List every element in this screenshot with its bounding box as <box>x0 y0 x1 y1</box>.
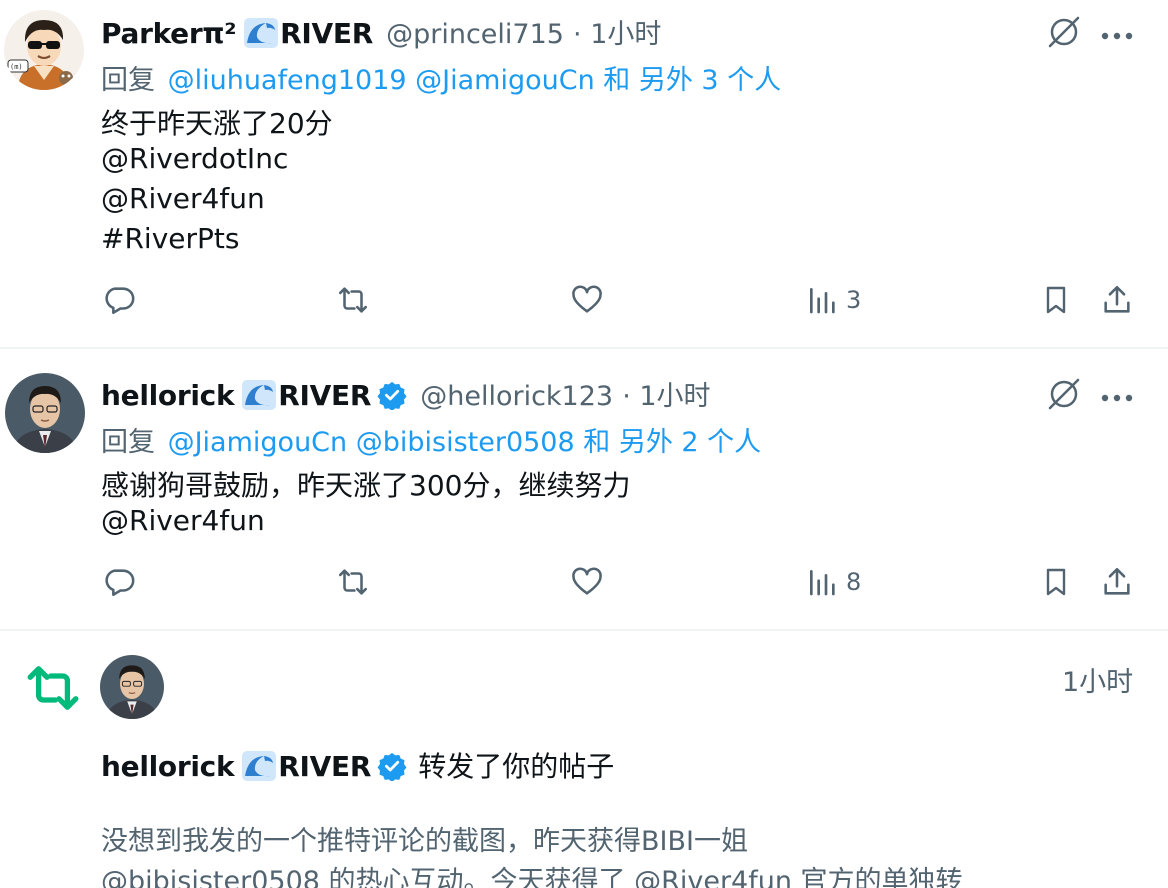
repost-icon <box>335 283 371 317</box>
wave-icon <box>244 18 279 52</box>
like-button[interactable] <box>569 283 605 317</box>
views-icon <box>806 565 838 599</box>
timestamp[interactable]: 1小时 <box>1062 660 1133 699</box>
share-button[interactable] <box>1100 565 1134 599</box>
tweet-card[interactable]: (m) Parkerπ² RIVER @princeli715 · 1小时 回复… <box>0 0 1168 349</box>
verified-badge-icon[interactable] <box>377 751 407 785</box>
avatar[interactable] <box>5 373 85 453</box>
reply-to-link[interactable]: @JiamigouCn @bibisister0508 和 另外 2 个人 <box>168 427 762 458</box>
repost-notification[interactable]: 1小时 hellorick RIVER 转发了你的帖子 没想到我发的一个推特评论… <box>0 631 1168 888</box>
bookmark-button[interactable] <box>1040 565 1072 599</box>
timestamp[interactable]: · 1小时 <box>573 19 661 50</box>
post-preview-line: 没想到我发的一个推特评论的截图，昨天获得BIBI一姐 <box>101 826 748 857</box>
brand-name: RIVER <box>278 750 372 783</box>
share-icon <box>1100 283 1134 317</box>
repost-icon <box>335 565 371 599</box>
reply-prefix: 回复 <box>101 65 155 96</box>
avatar[interactable] <box>100 655 164 719</box>
share-icon <box>1100 565 1134 599</box>
reply-to-link[interactable]: @liuhuafeng1019 @JiamigouCn 和 另外 3 个人 <box>168 65 782 96</box>
wave-icon <box>242 751 277 785</box>
svg-text:(m): (m) <box>10 63 23 71</box>
display-name[interactable]: Parkerπ² <box>101 17 236 50</box>
handle[interactable]: @hellorick123 <box>420 381 613 412</box>
repost-button[interactable] <box>335 283 371 317</box>
repost-icon <box>24 664 82 716</box>
display-name[interactable]: hellorick <box>101 379 235 412</box>
reply-icon <box>102 565 136 599</box>
avatar[interactable]: (m) <box>4 10 84 90</box>
tweet-actions: 8 <box>0 565 1168 605</box>
more-icon[interactable] <box>1100 388 1134 407</box>
tweet-actions: 3 <box>0 283 1168 323</box>
heart-icon <box>569 565 605 599</box>
views-button[interactable]: 8 <box>806 565 861 599</box>
views-button[interactable]: 3 <box>806 283 861 317</box>
verified-badge-icon[interactable] <box>377 380 407 414</box>
share-button[interactable] <box>1100 283 1134 317</box>
notification-action-text: 转发了你的帖子 <box>418 750 615 783</box>
bookmark-icon <box>1040 283 1072 317</box>
bookmark-icon <box>1040 565 1072 599</box>
tweet-text: 终于昨天涨了20分 <box>101 107 333 140</box>
more-icon[interactable] <box>1100 26 1134 45</box>
views-icon <box>806 283 838 317</box>
reply-prefix: 回复 <box>101 427 155 458</box>
views-count: 3 <box>846 286 862 314</box>
brand-name: RIVER <box>278 379 372 412</box>
tweet-text: 感谢狗哥鼓励，昨天涨了300分，继续努力 <box>101 469 631 502</box>
like-button[interactable] <box>569 565 605 599</box>
brand-name: RIVER <box>280 17 373 50</box>
reply-icon <box>102 283 136 317</box>
repost-button[interactable] <box>335 565 371 599</box>
grok-icon[interactable] <box>1046 14 1082 54</box>
bookmark-button[interactable] <box>1040 283 1072 317</box>
mention-link[interactable]: @River4fun <box>101 504 265 537</box>
timestamp[interactable]: · 1小时 <box>622 381 710 412</box>
hashtag-link[interactable]: #RiverPts <box>101 222 239 255</box>
mention-link[interactable]: @River4fun <box>101 182 265 215</box>
post-preview-line: @bibisister0508 的热心互动。今天获得了 @River4fun 官… <box>101 866 963 888</box>
views-count: 8 <box>846 568 862 596</box>
wave-icon <box>242 380 277 414</box>
reply-button[interactable] <box>102 283 136 317</box>
handle[interactable]: @princeli715 <box>386 19 564 50</box>
reply-button[interactable] <box>102 565 136 599</box>
grok-icon[interactable] <box>1046 376 1082 416</box>
tweet-card[interactable]: hellorick RIVER @hellorick123 · 1小时 回复 @… <box>0 349 1168 631</box>
heart-icon <box>569 283 605 317</box>
display-name[interactable]: hellorick <box>101 750 235 783</box>
mention-link[interactable]: @RiverdotInc <box>101 142 288 175</box>
